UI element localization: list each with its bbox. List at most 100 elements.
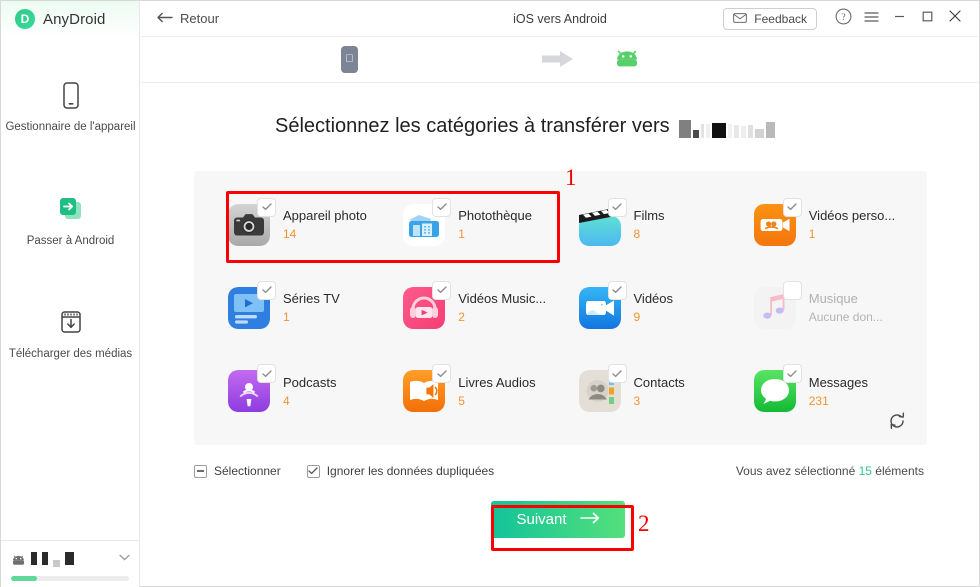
anydroid-window: D AnyDroid Gestionnaire de l'appareil Pa… [0, 0, 980, 587]
category-icon-wrapper [228, 365, 275, 413]
category-item[interactable]: Films 8 [559, 183, 734, 266]
category-name: Films [633, 208, 665, 224]
category-count: 8 [633, 227, 641, 242]
selection-summary-suffix: éléments [875, 464, 924, 478]
category-checkbox-checked[interactable] [608, 198, 626, 216]
maximize-button[interactable] [913, 5, 941, 33]
device-name-redaction [65, 551, 74, 565]
category-item[interactable]: Vidéos perso... 1 [734, 183, 909, 266]
category-checkbox-checked[interactable] [433, 198, 451, 216]
window-controls: Feedback ? [723, 5, 979, 33]
feedback-button[interactable]: Feedback [723, 7, 817, 30]
arrow-left-icon [157, 11, 173, 26]
category-name: Livres Audios [458, 374, 536, 390]
menu-button[interactable] [857, 5, 885, 33]
logo-letter: D [20, 12, 30, 26]
category-icon-wrapper [578, 365, 626, 413]
sidebar-item-label: Passer à Android [26, 235, 115, 247]
ignore-duplicates-checkbox[interactable]: Ignorer les données dupliquées [306, 464, 494, 478]
next-button[interactable]: Suivant [491, 501, 625, 538]
category-count: 2 [458, 310, 465, 325]
back-button-label: Retour [180, 11, 220, 26]
category-icon-wrapper [753, 198, 801, 246]
category-checkbox-checked[interactable] [258, 281, 275, 299]
apple-logo-glyph:  [345, 54, 353, 65]
category-text: Podcasts 4 [283, 375, 336, 408]
phone-icon [54, 79, 88, 113]
minimize-button[interactable] [885, 5, 913, 33]
category-name: Contacts [633, 374, 685, 390]
device-name-redaction [42, 551, 48, 565]
category-name: Séries TV [283, 291, 340, 307]
category-checkbox-checked[interactable] [783, 198, 801, 216]
category-text: Musique Aucune don... [809, 291, 883, 324]
chevron-down-icon[interactable] [119, 553, 130, 564]
anydroid-logo-icon: D [15, 9, 35, 29]
refresh-icon[interactable] [887, 411, 907, 431]
category-count: 231 [808, 393, 829, 408]
category-text: Films 8 [634, 208, 665, 241]
category-checkbox-checked[interactable] [608, 365, 626, 383]
category-icon-wrapper [578, 198, 626, 246]
sidebar-item-switch-android[interactable]: Passer à Android [1, 193, 140, 249]
category-count: 1 [808, 227, 816, 242]
category-name: Vidéos [633, 291, 674, 307]
next-button-row: Suivant [141, 501, 979, 538]
category-checkbox-checked[interactable] [258, 198, 275, 216]
checkbox-indeterminate-icon [194, 464, 207, 478]
category-item[interactable]: Séries TV 1 [208, 266, 383, 349]
close-button[interactable] [941, 5, 969, 33]
title-bar: Retour iOS vers Android Feedback ? [141, 1, 979, 37]
category-checkbox-unchecked [783, 281, 801, 299]
category-count: Aucune don... [808, 310, 883, 325]
selection-summary: Vous avez sélectionné 15 éléments [736, 464, 924, 478]
checkbox-checked-icon [306, 464, 320, 478]
category-panel: Appareil photo14 Photothèque 1 Films 8 [194, 171, 927, 445]
category-count: 9 [633, 310, 641, 325]
category-checkbox-checked[interactable] [608, 281, 626, 299]
back-button[interactable]: Retour [157, 11, 219, 26]
category-checkbox-checked[interactable] [783, 365, 801, 383]
category-count: 1 [458, 227, 465, 242]
category-icon-wrapper [228, 198, 275, 246]
category-count: 1 [283, 310, 290, 325]
category-checkbox-checked[interactable] [433, 281, 451, 299]
brand-name: AnyDroid [43, 10, 106, 28]
sidebar-item-download-media[interactable]: Télécharger des médias [1, 306, 140, 362]
category-count: 3 [633, 393, 641, 408]
hamburger-icon [863, 10, 879, 28]
category-item[interactable]: Appareil photo 14 [208, 183, 383, 266]
category-text: Livres Audios 5 [458, 375, 535, 408]
sidebar-device-status[interactable] [1, 540, 140, 587]
category-item[interactable]: Livres Audios 5 [383, 350, 558, 433]
category-text: Vidéos Music... 2 [458, 291, 546, 324]
help-button[interactable]: ? [829, 5, 857, 33]
close-icon [948, 9, 962, 28]
category-text: Photothèque 1 [458, 208, 532, 241]
category-item[interactable]: Podcasts 4 [208, 350, 383, 433]
category-name: Photothèque [458, 208, 532, 224]
category-item[interactable]: Contacts 3 [559, 350, 734, 433]
category-item[interactable]: Vidéos Music... 2 [383, 266, 558, 349]
sidebar-item-device-manager[interactable]: Gestionnaire de l'appareil [1, 79, 140, 135]
page-title-text: Sélectionnez les catégories à transférer… [275, 115, 670, 137]
category-item[interactable]: Vidéos 9 [559, 266, 734, 349]
category-checkbox-checked[interactable] [258, 365, 275, 383]
category-name: Appareil photo [283, 208, 367, 224]
sidebar-item-label: Gestionnaire de l'appareil [5, 121, 136, 133]
minimize-icon [893, 10, 906, 28]
android-robot-icon [613, 50, 641, 74]
category-checkbox-checked[interactable] [433, 365, 451, 383]
device-name-redaction [53, 560, 60, 567]
category-text: Vidéos 9 [634, 291, 674, 324]
category-icon-wrapper [753, 365, 801, 413]
selection-summary-prefix: Vous avez sélectionné [735, 464, 856, 478]
category-item[interactable]: Photothèque 1 [383, 183, 558, 266]
target-device-redaction [678, 116, 775, 138]
category-count: 5 [458, 393, 465, 408]
category-item[interactable]: Messages 231 [734, 350, 909, 433]
arrow-right-icon [579, 511, 600, 528]
transfer-arrow-icon [54, 193, 88, 227]
select-all-checkbox[interactable]: Sélectionner [194, 464, 281, 478]
device-transfer-strip:  [141, 37, 979, 83]
